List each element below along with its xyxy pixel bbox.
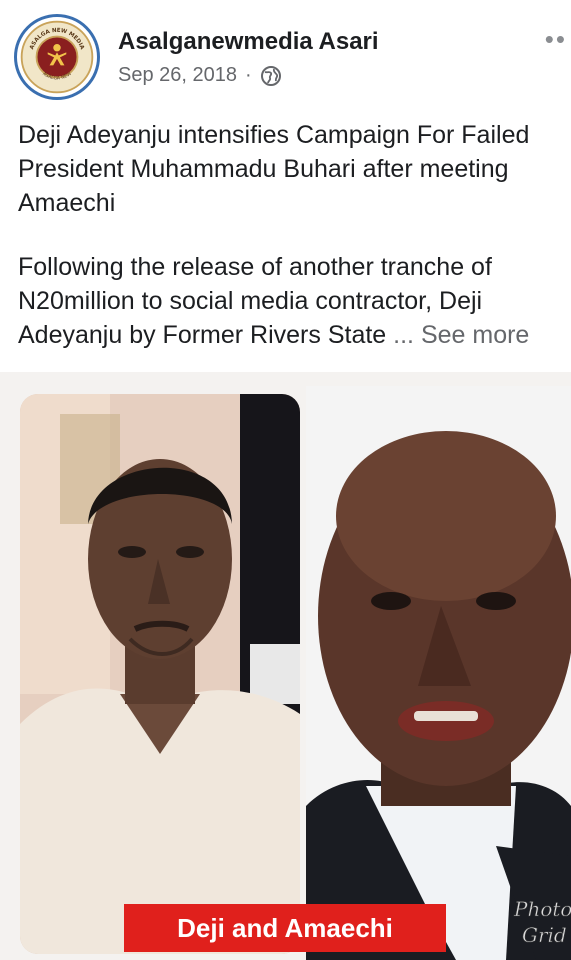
photo-grid-watermark: Photo Grid	[513, 897, 571, 948]
more-options-icon[interactable]: ••	[545, 26, 567, 52]
portrait-right	[306, 386, 571, 960]
ellipsis: ...	[393, 321, 414, 349]
post-image[interactable]: Deji and Amaechi Photo Grid	[0, 372, 571, 960]
globe-icon	[260, 65, 281, 86]
post-meta: Sep 26, 2018 ·	[118, 64, 282, 87]
see-more-link[interactable]: See more	[421, 321, 529, 349]
post-text: Deji Adeyanju intensifies Campaign For F…	[18, 118, 571, 352]
post-headline: Deji Adeyanju intensifies Campaign For F…	[18, 121, 530, 217]
photo-deji	[20, 394, 300, 954]
post-date[interactable]: Sep 26, 2018	[118, 64, 237, 87]
asalga-logo: ASALGA NEW MEDIA ASALGA NEW	[20, 20, 94, 94]
post-body-paragraph: Following the release of another tranche…	[18, 250, 571, 352]
svg-text:Grid: Grid	[522, 923, 567, 947]
page-avatar[interactable]: ASALGA NEW MEDIA ASALGA NEW	[14, 14, 100, 100]
post-header: ASALGA NEW MEDIA ASALGA NEW Asalganewmed…	[0, 0, 571, 110]
svg-text:Photo: Photo	[513, 897, 571, 921]
portrait-left	[20, 394, 300, 954]
photo-amaechi	[306, 386, 571, 960]
page-name[interactable]: Asalganewmedia Asari	[118, 28, 379, 56]
meta-separator: ·	[245, 64, 252, 86]
image-caption: Deji and Amaechi	[124, 904, 446, 952]
